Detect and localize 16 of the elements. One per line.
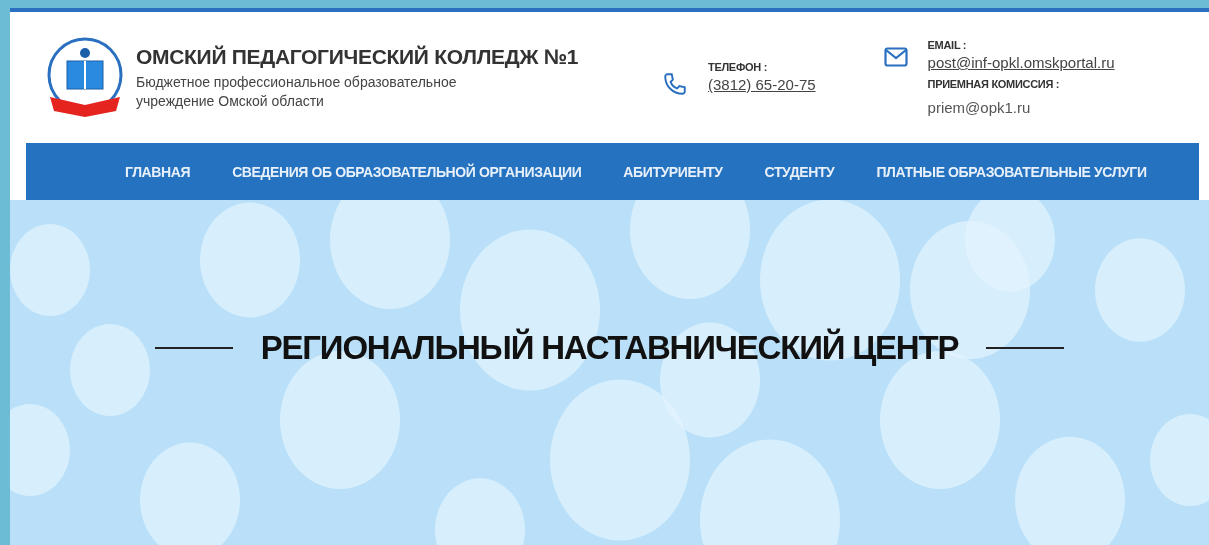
envelope-icon [883,47,908,67]
nav-link[interactable]: ГЛАВНАЯ [104,163,212,180]
email-link[interactable]: post@inf-opkl.omskportal.ru [927,54,1115,71]
admissions-label: ПРИЕМНАЯ КОМИССИЯ : [927,78,1061,90]
email-label: EMAIL : [927,39,968,51]
admissions-email: priem@opk1.ru [927,99,1032,116]
college-subtitle: Бюджетное профессиональное образовательное [136,72,458,92]
college-subtitle: учреждение Омской области [136,91,325,111]
phone-label: ТЕЛЕФОН : [708,61,769,73]
phone-link[interactable]: (3812) 65-20-75 [708,76,816,93]
nav-link[interactable]: СТУДЕНТУ [743,163,856,180]
nav-link[interactable]: ПЛАТНЫЕ ОБРАЗОВАТЕЛЬНЫЕ УСЛУГИ [855,163,1168,180]
college-name: ОМСКИЙ ПЕДАГОГИЧЕСКИЙ КОЛЛЕДЖ №1 [136,44,579,69]
nav-link[interactable]: СВЕДЕНИЯ ОБ ОБРАЗОВАТЕЛЬНОЙ ОРГАНИЗАЦИИ [211,163,603,180]
nav-link[interactable]: АБИТУРИЕНТУ [602,163,744,180]
hero-title: РЕГИОНАЛЬНЫЙ НАСТАВНИЧЕСКИЙ ЦЕНТР [260,328,959,367]
